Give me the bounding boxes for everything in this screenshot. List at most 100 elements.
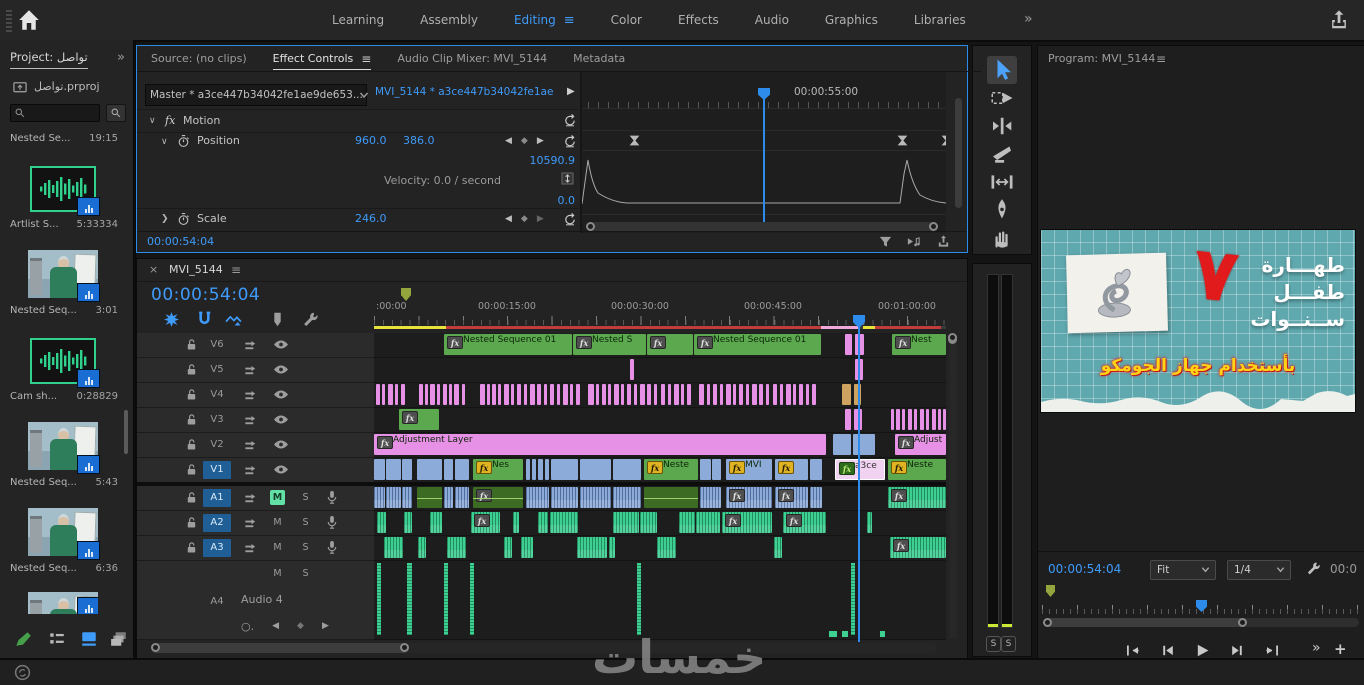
- panel-tab[interactable]: Source: (no clips): [151, 52, 247, 65]
- timeline-clip[interactable]: [538, 512, 548, 533]
- track-header-a4[interactable]: M S A4 Audio 4 ○. ◀ ◆ ▶: [137, 561, 374, 640]
- go-to-out-icon[interactable]: [1264, 642, 1281, 659]
- lock-icon[interactable]: [185, 413, 198, 426]
- timeline-clip[interactable]: [588, 384, 594, 405]
- next-keyframe-icon[interactable]: ▶: [537, 136, 544, 146]
- play-icon[interactable]: [1194, 642, 1211, 659]
- sync-lock-icon[interactable]: [243, 516, 258, 530]
- timeline-clip[interactable]: [504, 384, 509, 405]
- program-monitor-title[interactable]: Program: MVI_5144: [1048, 52, 1155, 65]
- freeform-view-icon[interactable]: [110, 630, 128, 648]
- keyframe-hourglass-icon[interactable]: [940, 134, 946, 147]
- timeline-clip[interactable]: [842, 384, 851, 405]
- panel-tab[interactable]: Audio Clip Mixer: MVI_5144: [397, 52, 547, 65]
- keyframe-mode-icon[interactable]: ○.: [241, 620, 254, 633]
- solo-button[interactable]: S: [298, 566, 313, 581]
- sequence-clip-arrow-icon[interactable]: ▶: [567, 86, 575, 97]
- timeline-clip[interactable]: [687, 384, 691, 405]
- timeline-clip[interactable]: [613, 512, 639, 533]
- list-view-icon[interactable]: [48, 630, 66, 648]
- sync-lock-icon[interactable]: [243, 363, 258, 377]
- slip-tool-icon[interactable]: [987, 168, 1017, 196]
- workspace-menu-icon[interactable]: ≡: [564, 13, 575, 28]
- timeline-clip[interactable]: [786, 384, 791, 405]
- effect-controls-vscrollbar[interactable]: [955, 98, 962, 208]
- workspace-overflow-chevrons[interactable]: »: [1024, 11, 1033, 27]
- timeline-clip[interactable]: [780, 384, 783, 405]
- sync-lock-icon[interactable]: [243, 388, 258, 402]
- timeline-clip[interactable]: fx a3ce: [835, 459, 885, 480]
- timeline-clip[interactable]: [395, 384, 398, 405]
- timeline-clip[interactable]: [419, 384, 423, 405]
- track-output-eye-icon[interactable]: [273, 338, 289, 351]
- timeline-clip[interactable]: [455, 487, 469, 508]
- timeline-clip[interactable]: [580, 459, 611, 480]
- timeline-clip[interactable]: fx: [471, 512, 500, 533]
- project-item[interactable]: Nested Seq... 3:01: [4, 250, 122, 328]
- project-search-box[interactable]: [10, 104, 100, 122]
- voiceover-mic-icon[interactable]: [325, 515, 339, 530]
- timeline-clip[interactable]: fx: [890, 537, 946, 558]
- track-lane-v3[interactable]: fx: [374, 408, 946, 433]
- timeline-clip[interactable]: [914, 409, 917, 430]
- timeline-clip[interactable]: [920, 409, 924, 430]
- timeline-clip[interactable]: [576, 384, 580, 405]
- timeline-clip[interactable]: [498, 384, 501, 405]
- timeline-clip[interactable]: [908, 409, 912, 430]
- track-target-v4[interactable]: V4: [203, 386, 231, 404]
- track-target-v6[interactable]: V6: [203, 336, 231, 354]
- track-header-a2[interactable]: A2 M S: [137, 511, 374, 536]
- timeline-clip[interactable]: fx: [726, 487, 772, 508]
- track-lane-v1[interactable]: fx Nes fx Neste fx MVI fx fx a3ce fx Neste: [374, 458, 946, 483]
- timeline-clip[interactable]: [896, 409, 900, 430]
- timeline-clip[interactable]: [851, 563, 855, 635]
- timeline-clip[interactable]: [630, 359, 634, 380]
- add-marker-icon[interactable]: [269, 311, 286, 328]
- timeline-clip[interactable]: [739, 384, 743, 405]
- timeline-clip[interactable]: [842, 631, 848, 637]
- timeline-clip[interactable]: [386, 459, 401, 480]
- timeline-clip[interactable]: [943, 409, 946, 430]
- timeline-clip[interactable]: [404, 512, 412, 533]
- track-output-eye-icon[interactable]: [273, 363, 289, 376]
- timeline-clip[interactable]: [647, 384, 651, 405]
- timeline-clip[interactable]: [657, 537, 676, 558]
- scale-value[interactable]: 246.0: [355, 212, 387, 225]
- timeline-clip[interactable]: [766, 384, 769, 405]
- project-item[interactable]: Nested Seq... 6:36: [4, 508, 122, 586]
- position-x-value[interactable]: 960.0: [355, 134, 387, 147]
- timeline-clip[interactable]: [634, 384, 637, 405]
- timeline-clip[interactable]: [437, 384, 440, 405]
- snap-magnet-icon[interactable]: [196, 311, 213, 328]
- timeline-clip[interactable]: [867, 512, 872, 533]
- timeline-clip[interactable]: [679, 512, 695, 533]
- timeline-clip[interactable]: [374, 487, 385, 508]
- timeline-clip[interactable]: [513, 512, 519, 533]
- sync-lock-icon[interactable]: [243, 413, 258, 427]
- project-panel-collapse-chevrons[interactable]: »: [117, 50, 125, 65]
- timeline-clip[interactable]: fx: [783, 512, 826, 533]
- project-panel-tab[interactable]: Project: تواصل: [10, 50, 88, 69]
- bin-up-icon[interactable]: [12, 79, 28, 94]
- keyframe-hourglass-icon[interactable]: [896, 134, 909, 147]
- track-lane-a2[interactable]: fx fx fx: [374, 511, 946, 536]
- timeline-clip[interactable]: [938, 409, 941, 430]
- solo-button[interactable]: S: [298, 490, 313, 505]
- next-keyframe-icon[interactable]: ▶: [537, 214, 544, 224]
- track-lane-a3[interactable]: fx: [374, 536, 946, 561]
- sync-lock-icon[interactable]: [243, 438, 258, 452]
- search-filter-button[interactable]: [106, 104, 126, 122]
- selection-tool-icon[interactable]: [987, 56, 1017, 84]
- scroll-handle[interactable]: [929, 222, 938, 231]
- timeline-clip[interactable]: [661, 384, 665, 405]
- timeline-clip[interactable]: [417, 487, 442, 508]
- home-icon[interactable]: [16, 8, 42, 32]
- timeline-clip[interactable]: fx: [888, 487, 946, 508]
- track-lane-v2[interactable]: fx Adjustment Layer fx Adjust: [374, 433, 946, 458]
- step-forward-icon[interactable]: [1229, 642, 1246, 659]
- timeline-clip[interactable]: [557, 384, 560, 405]
- track-target-v3[interactable]: V3: [203, 411, 231, 429]
- expand-toggle-icon[interactable]: [561, 172, 574, 185]
- track-header-a3[interactable]: A3 M S: [137, 536, 374, 561]
- timeline-clip[interactable]: [376, 384, 380, 405]
